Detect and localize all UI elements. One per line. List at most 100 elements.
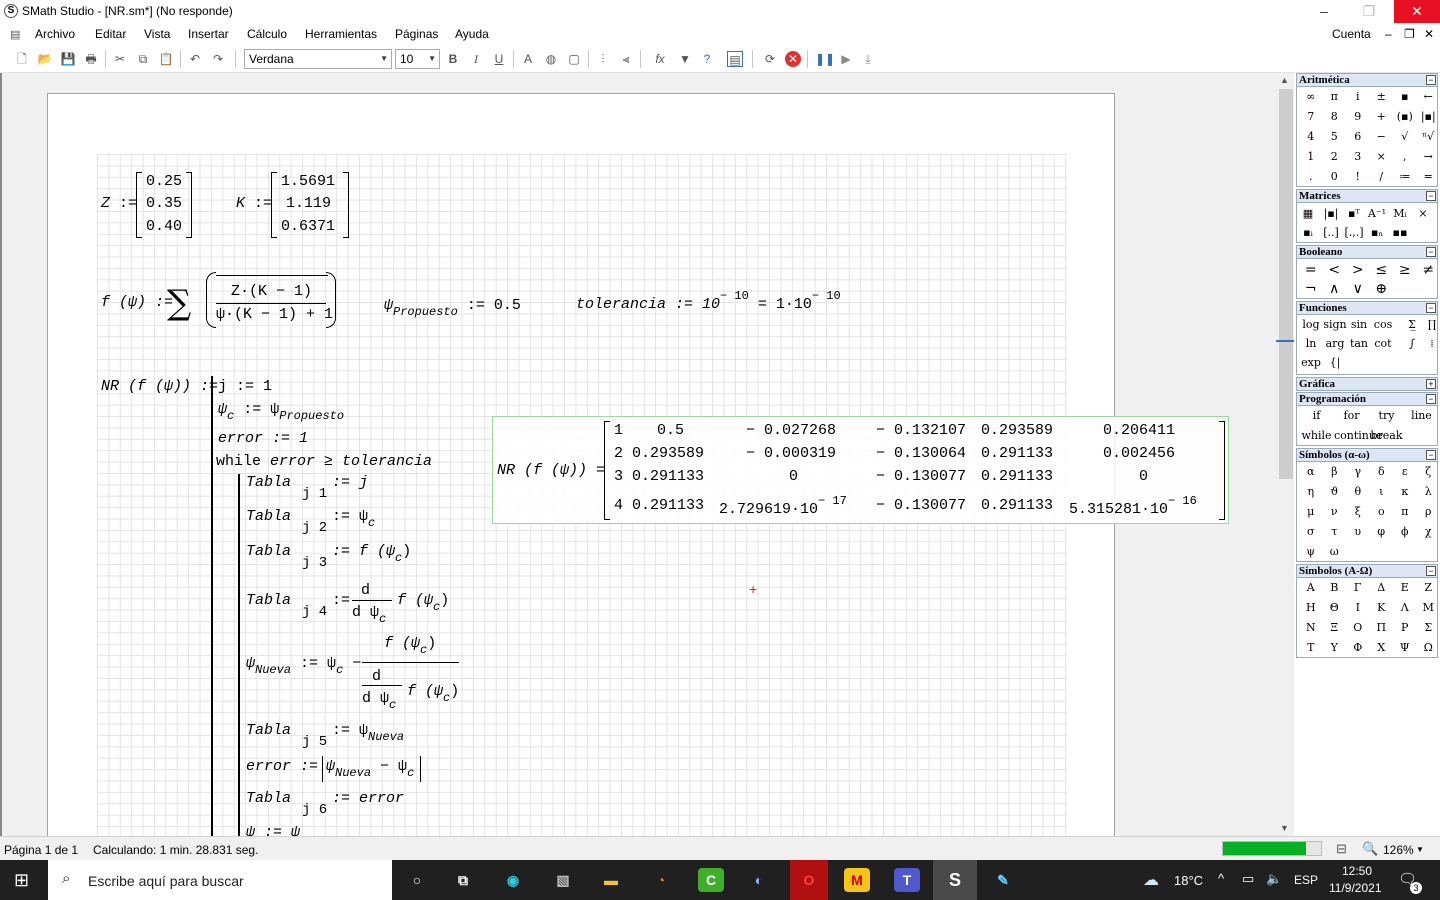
nr-definition-lhs[interactable]: NR (f (ψ)) :=: [101, 378, 218, 395]
panel-symbol-button[interactable]: Λ: [1393, 601, 1417, 614]
menu-insertar[interactable]: Insertar: [188, 27, 229, 41]
panel-symbol-button[interactable]: ←: [1417, 90, 1440, 103]
collapse-icon[interactable]: −: [1426, 75, 1436, 85]
tabla-line[interactable]: Tabla: [246, 722, 291, 739]
panel-booleano-header[interactable]: Booleano −: [1296, 245, 1438, 259]
language-indicator[interactable]: ESP: [1294, 873, 1318, 887]
align-vertical-icon[interactable]: ⫷: [618, 51, 634, 67]
print-icon[interactable]: 🖶: [83, 51, 99, 67]
panel-symbol-button[interactable]: ≠: [1417, 262, 1440, 278]
menu-herramientas[interactable]: Herramientas: [305, 27, 377, 41]
help-icon[interactable]: ?: [699, 51, 715, 67]
panel-symbol-button[interactable]: 1: [1299, 150, 1323, 163]
range-step-icon[interactable]: [.,.]: [1343, 226, 1365, 239]
vectorize-icon[interactable]: ▪▪: [1389, 226, 1411, 239]
tabla-line[interactable]: Tabla: [246, 790, 291, 807]
panel-symbol-button[interactable]: ≥: [1393, 262, 1417, 278]
panel-symbol-button[interactable]: Ο: [1346, 621, 1370, 634]
psi-propuesto-definition[interactable]: ψPropuesto := 0.5: [384, 297, 521, 319]
panel-symbol-button[interactable]: 8: [1323, 110, 1347, 123]
column-icon[interactable]: ▪ᵢ: [1297, 226, 1319, 239]
opera-icon[interactable]: O: [796, 868, 822, 892]
panel-symbol-button[interactable]: Κ: [1370, 601, 1394, 614]
panel-symbol-button[interactable]: Γ: [1346, 581, 1370, 594]
panel-symbol-button[interactable]: Ι: [1346, 601, 1370, 614]
panel-symbol-button[interactable]: ⁿ√: [1417, 130, 1440, 143]
page-view-icon[interactable]: ▤: [727, 51, 743, 67]
chevron-up-icon[interactable]: ^: [1218, 871, 1224, 886]
panel-symbol-button[interactable]: line: [1404, 409, 1439, 422]
sum-icon[interactable]: Σ̲: [1401, 318, 1423, 331]
panel-symbol-button[interactable]: =: [1417, 170, 1440, 183]
tabla-line[interactable]: Tabla: [246, 508, 291, 525]
document-icon[interactable]: ▤: [10, 28, 20, 41]
play-icon[interactable]: ▶: [838, 51, 854, 67]
collapse-icon[interactable]: −: [1426, 450, 1436, 460]
filter-icon[interactable]: ▼: [677, 51, 693, 67]
panel-symbol-button[interactable]: Β: [1323, 581, 1347, 594]
panel-symbol-button[interactable]: −: [1370, 130, 1394, 143]
panel-symbol-button[interactable]: π: [1323, 90, 1347, 103]
menu-paginas[interactable]: Páginas: [395, 27, 438, 41]
matrix-icon[interactable]: ▦: [1297, 207, 1319, 220]
panel-matrices-header[interactable]: Matrices −: [1296, 189, 1438, 203]
scroll-up-icon[interactable]: ▲: [1280, 75, 1289, 85]
smath-taskbar-icon[interactable]: S: [942, 868, 968, 892]
panel-symbol-button[interactable]: λ: [1417, 485, 1440, 498]
menu-editar[interactable]: Editar: [95, 27, 126, 41]
program-line[interactable]: j := 1: [218, 378, 272, 395]
panel-symbol-button[interactable]: ζ: [1417, 465, 1440, 478]
panel-symbol-button[interactable]: =: [1299, 262, 1323, 278]
panel-symbol-button[interactable]: 9: [1346, 110, 1370, 123]
font-family-select[interactable]: Verdana ▼: [244, 49, 392, 69]
refresh-icon[interactable]: ⟳: [762, 51, 778, 67]
z-label[interactable]: Z :=: [101, 195, 137, 212]
menu-archivo[interactable]: Archivo: [35, 27, 75, 41]
panel-symbol-button[interactable]: ω: [1323, 545, 1347, 558]
panel-symbol-button[interactable]: Ρ: [1393, 621, 1417, 634]
panel-symbol-button[interactable]: i: [1346, 90, 1370, 103]
taskbar-search[interactable]: ⌕ Escribe aquí para buscar: [48, 860, 392, 900]
integral-icon[interactable]: ∫: [1401, 337, 1423, 350]
panel-symbol-button[interactable]: ≔: [1393, 170, 1417, 183]
page-layout-icon[interactable]: ⊟: [1336, 841, 1347, 857]
panel-symbol-button[interactable]: ε: [1393, 465, 1417, 478]
panel-symbol-button[interactable]: Ψ: [1393, 641, 1417, 654]
panel-symbol-button[interactable]: ∧: [1323, 281, 1347, 297]
photos-icon[interactable]: ▧: [550, 868, 576, 892]
undo-icon[interactable]: ↶: [187, 51, 203, 67]
limit-icon[interactable]: ⁞: [1421, 337, 1440, 350]
panel-symbol-button[interactable]: 6: [1346, 130, 1370, 143]
panel-symbol-button[interactable]: ∨: [1346, 281, 1370, 297]
panel-symbol-button[interactable]: δ: [1370, 465, 1394, 478]
panel-symbol-button[interactable]: +: [1370, 110, 1394, 123]
open-icon[interactable]: 📂: [37, 51, 53, 67]
panel-symbol-button[interactable]: Ξ: [1323, 621, 1347, 634]
clock-time[interactable]: 12:50: [1342, 864, 1372, 878]
panel-symbol-button[interactable]: if: [1299, 409, 1334, 422]
cortana-icon[interactable]: ○: [404, 868, 430, 892]
panel-symbol-button[interactable]: μ: [1299, 505, 1323, 518]
tabla-line[interactable]: Tabla: [246, 592, 291, 609]
camtasia-icon[interactable]: C: [698, 868, 724, 892]
paste-icon[interactable]: 📋: [158, 51, 174, 67]
panel-symbol-button[interactable]: ρ: [1417, 505, 1440, 518]
teams-icon[interactable]: T: [894, 868, 920, 892]
panel-symbol-button[interactable]: τ: [1323, 525, 1347, 538]
panel-symbol-button[interactable]: Ζ: [1417, 581, 1440, 594]
close-button[interactable]: ✕: [1394, 0, 1440, 23]
edge-icon[interactable]: ◉: [500, 868, 526, 892]
panel-symbol-button[interactable]: Υ: [1323, 641, 1347, 654]
paint-icon[interactable]: ✎: [990, 868, 1016, 892]
panel-symbol-button[interactable]: χ: [1417, 525, 1440, 538]
k-label[interactable]: K :=: [236, 195, 272, 212]
tabla-line[interactable]: Tabla: [246, 543, 291, 560]
tolerancia-definition[interactable]: tolerancia := 10− 10 = 1·10− 10: [576, 289, 841, 313]
panel-symbol-button[interactable]: υ: [1346, 525, 1370, 538]
transpose-icon[interactable]: ▪ᵀ: [1343, 207, 1365, 220]
panel-symbol-button[interactable]: |▪|: [1417, 110, 1440, 123]
panel-symbol-button[interactable]: (▪): [1393, 110, 1417, 123]
panel-symbol-button[interactable]: ∞: [1299, 90, 1323, 103]
function-icon[interactable]: fx: [652, 51, 668, 67]
panel-greek-lower-header[interactable]: Símbolos (α-ω) −: [1296, 448, 1438, 462]
